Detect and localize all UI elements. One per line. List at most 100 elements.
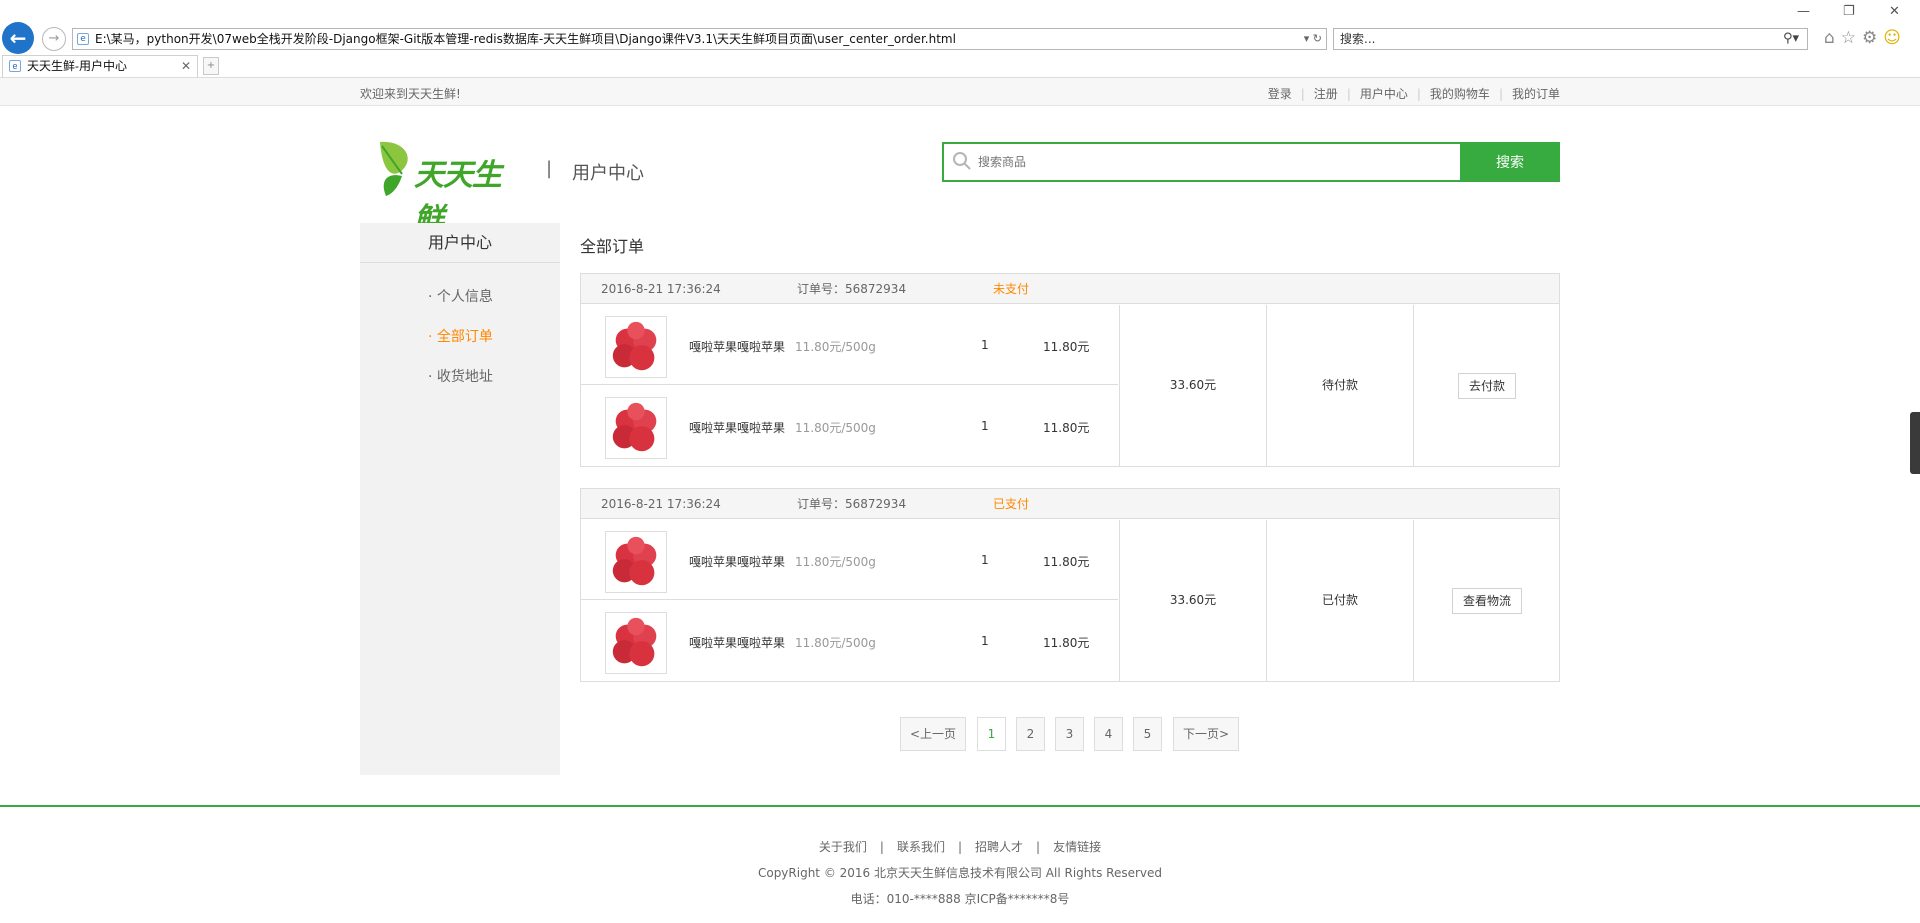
apple-product-image[interactable] — [605, 531, 667, 593]
close-window-icon[interactable]: ✕ — [1889, 4, 1900, 19]
settings-gear-icon[interactable]: ⚙ — [1862, 28, 1883, 48]
goods-name[interactable]: 嘎啦苹果嘎啦苹果 — [689, 338, 785, 355]
browser-tab[interactable]: e 天天生鲜-用户中心 ✕ — [2, 55, 198, 77]
minimize-icon[interactable]: — — [1797, 4, 1810, 19]
my-orders-link[interactable]: 我的订单 — [1512, 87, 1560, 101]
goods-quantity: 1 — [981, 553, 989, 567]
goods-subtotal: 11.80元 — [1043, 340, 1090, 354]
browser-search-field[interactable]: 搜索... ⚲▾ — [1333, 28, 1808, 50]
divider: | — [1300, 87, 1305, 101]
contact-us-link[interactable]: 联系我们 — [897, 840, 945, 854]
goods-price: 11.80元/500g — [795, 636, 876, 650]
sidebar-item-address[interactable]: · 收货地址 — [428, 366, 493, 386]
tab-close-icon[interactable]: ✕ — [181, 56, 191, 76]
page-4-button[interactable]: 4 — [1094, 717, 1123, 751]
page-1-button[interactable]: 1 — [977, 717, 1006, 751]
site-topbar: 欢迎来到天天生鲜! 登录 | 注册 | 用户中心 | 我的购物车 | 我的订单 — [0, 78, 1920, 106]
track-logistics-button[interactable]: 查看物流 — [1451, 587, 1522, 614]
order-number: 订单号：56872934 — [797, 282, 907, 296]
order-card: 2016-8-21 17:36:24 订单号：56872934 未支付 嘎啦苹果… — [580, 273, 1560, 467]
apple-product-image[interactable] — [605, 397, 667, 459]
product-search-box — [942, 142, 1460, 182]
address-bar[interactable]: e E:\某马，python开发\07web全栈开发阶段-Django框架-Gi… — [72, 28, 1327, 50]
home-icon[interactable]: ⌂ — [1824, 28, 1841, 48]
search-icon — [953, 152, 971, 170]
page-2-button[interactable]: 2 — [1016, 717, 1045, 751]
goods-quantity: 1 — [981, 634, 989, 648]
search-icon[interactable]: ⚲▾ — [1783, 29, 1799, 49]
sidebar-item-orders[interactable]: · 全部订单 — [428, 326, 493, 346]
divider: | — [1416, 87, 1421, 101]
order-action-cell: 去付款 — [1413, 305, 1560, 466]
about-us-link[interactable]: 关于我们 — [819, 840, 867, 854]
side-scroll-handle[interactable] — [1910, 412, 1920, 474]
copyright-text: CopyRight © 2016 北京天天生鲜信息技术有限公司 All Righ… — [757, 866, 1163, 880]
order-goods-row: 嘎啦苹果嘎啦苹果 11.80元/500g 1 11.80元 — [581, 305, 1118, 385]
order-time: 2016-8-21 17:36:24 — [601, 497, 721, 511]
cart-link[interactable]: 我的购物车 — [1430, 87, 1490, 101]
register-link[interactable]: 注册 — [1314, 87, 1338, 101]
tab-title: 天天生鲜-用户中心 — [27, 59, 127, 73]
divider: | — [1346, 87, 1351, 101]
goods-price: 11.80元/500g — [795, 421, 876, 435]
back-arrow-icon[interactable]: ← — [2, 22, 34, 54]
order-status: 已支付 — [993, 497, 1030, 511]
order-number: 订单号：56872934 — [797, 497, 907, 511]
order-pay-state: 已付款 — [1266, 520, 1413, 681]
page-favicon-icon: e — [77, 33, 89, 45]
order-goods-row: 嘎啦苹果嘎啦苹果 11.80元/500g 1 11.80元 — [581, 601, 1118, 681]
goods-price: 11.80元/500g — [795, 340, 876, 354]
order-header: 2016-8-21 17:36:24 订单号：56872934 已支付 — [581, 489, 1559, 519]
user-center-sidebar: 用户中心 · 个人信息 · 全部订单 · 收货地址 — [360, 223, 560, 775]
page-3-button[interactable]: 3 — [1055, 717, 1084, 751]
new-tab-icon[interactable]: + — [203, 57, 219, 75]
prev-page-button[interactable]: <上一页 — [900, 717, 966, 751]
user-center-link[interactable]: 用户中心 — [1360, 87, 1408, 101]
tab-favicon-icon: e — [9, 60, 21, 72]
goods-name[interactable]: 嘎啦苹果嘎啦苹果 — [689, 634, 785, 651]
friend-links-link[interactable]: 友情链接 — [1053, 840, 1101, 854]
divider: | — [1036, 840, 1041, 854]
sidebar-item-profile[interactable]: · 个人信息 — [428, 286, 493, 306]
restore-icon[interactable]: ❐ — [1843, 4, 1855, 19]
welcome-text: 欢迎来到天天生鲜! — [360, 87, 461, 101]
leaf-logo-icon — [380, 141, 408, 196]
order-total: 33.60元 — [1119, 305, 1266, 466]
order-status: 未支付 — [993, 282, 1030, 296]
product-search-input[interactable] — [978, 152, 1428, 172]
goods-quantity: 1 — [981, 338, 989, 352]
header-title: 用户中心 — [572, 163, 644, 184]
order-card: 2016-8-21 17:36:24 订单号：56872934 已支付 嘎啦苹果… — [580, 488, 1560, 682]
pay-button[interactable]: 去付款 — [1457, 372, 1516, 399]
footer-links: 关于我们 | 联系我们 | 招聘人才 | 友情链接 — [0, 838, 1920, 855]
order-header: 2016-8-21 17:36:24 订单号：56872934 未支付 — [581, 274, 1559, 304]
divider: | — [1498, 87, 1503, 101]
site-logo[interactable]: 天天生鲜 — [376, 136, 526, 237]
apple-product-image[interactable] — [605, 316, 667, 378]
footer-divider — [0, 805, 1920, 807]
goods-quantity: 1 — [981, 419, 989, 433]
page-title: 全部订单 — [580, 237, 645, 256]
login-link[interactable]: 登录 — [1268, 87, 1292, 101]
favorites-star-icon[interactable]: ☆ — [1841, 28, 1862, 48]
forward-arrow-icon[interactable]: → — [42, 27, 66, 51]
next-page-button[interactable]: 下一页> — [1173, 717, 1239, 751]
apple-icon — [612, 402, 657, 452]
refresh-icon[interactable]: ▾ ↻ — [1304, 29, 1322, 49]
careers-link[interactable]: 招聘人才 — [975, 840, 1023, 854]
address-text: E:\某马，python开发\07web全栈开发阶段-Django框架-Git版… — [95, 32, 956, 46]
smiley-feedback-icon[interactable]: ☺ — [1883, 28, 1907, 48]
contact-phone-text: 电话：010-****888 京ICP备*******8号 — [850, 892, 1070, 906]
order-total: 33.60元 — [1119, 520, 1266, 681]
goods-subtotal: 11.80元 — [1043, 555, 1090, 569]
goods-name[interactable]: 嘎啦苹果嘎啦苹果 — [689, 553, 785, 570]
order-action-cell: 查看物流 — [1413, 520, 1560, 681]
search-button[interactable]: 搜索 — [1460, 142, 1560, 182]
browser-toolbar-icons: ⌂☆⚙☺ — [1824, 28, 1907, 48]
page-5-button[interactable]: 5 — [1133, 717, 1162, 751]
apple-product-image[interactable] — [605, 612, 667, 674]
sidebar-title: 用户中心 — [360, 223, 560, 263]
topbar-links: 登录 | 注册 | 用户中心 | 我的购物车 | 我的订单 — [1268, 85, 1560, 102]
divider: | — [957, 840, 963, 854]
goods-name[interactable]: 嘎啦苹果嘎啦苹果 — [689, 419, 785, 436]
